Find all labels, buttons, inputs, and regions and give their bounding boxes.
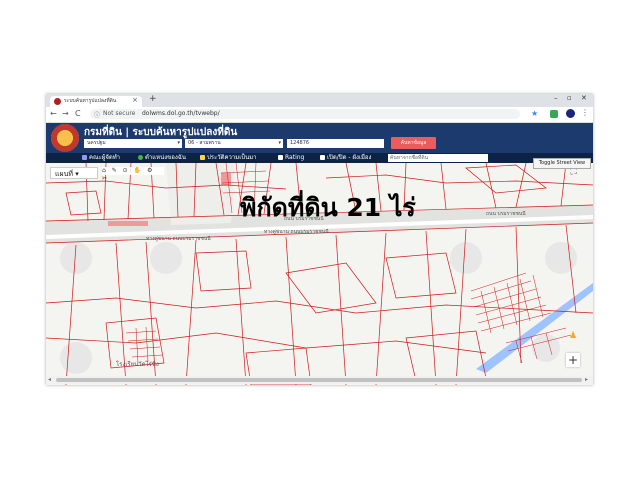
tab-title: ระบบค้นหารูปแปลงที่ดิน	[64, 98, 117, 104]
search-button[interactable]: ค้นหาข้อมูล	[391, 137, 436, 149]
menu-item-city-plan-toggle[interactable]: เปิด/ปิด - ผังเมือง	[320, 153, 371, 163]
land-name-search-input[interactable]: ค้นหาจากชื่อที่ดิน	[388, 154, 488, 162]
menu-kebab-icon[interactable]: ⋮	[581, 108, 589, 117]
site-header: กรมที่ดิน | ระบบค้นหารูปแปลงที่ดิน นครปฐ…	[46, 123, 593, 153]
forward-button[interactable]: →	[62, 109, 69, 118]
parcel-number-input[interactable]: 124876	[287, 139, 384, 148]
menu-item-my-location[interactable]: ตำแหน่งของฉัน	[138, 153, 186, 163]
maximize-button[interactable]: ▫	[567, 94, 572, 102]
extension-icon[interactable]	[550, 110, 558, 118]
menu-item-history[interactable]: ประวัติความเป็นมา	[200, 153, 257, 163]
url-text[interactable]: dolwms.dol.go.th/tvwebp/	[142, 110, 220, 117]
site-favicon-icon	[54, 98, 61, 105]
map-toolbar[interactable]: ⌂ ✎ ⊙ ✋ ⚙ ✂	[102, 167, 164, 182]
road-label: ทางคู่ขนาน ถนนบรมราชชนนี	[264, 229, 329, 235]
info-icon[interactable]: ⓘ	[94, 110, 100, 119]
road-label: ถนน บรมราชชนนี	[486, 211, 526, 217]
new-tab-button[interactable]: +	[149, 94, 157, 104]
road-label: ถนน บรมราชชนนี	[284, 216, 324, 222]
bookmark-star-icon[interactable]: ★	[531, 109, 538, 118]
back-button[interactable]: ←	[50, 109, 57, 118]
road-label: ทางคู่ขนาน ถนนบรมราชชนนี	[146, 236, 211, 242]
province-select[interactable]: นครปฐม ▾	[84, 139, 182, 148]
scrollbar-thumb[interactable]	[56, 378, 582, 382]
minimize-button[interactable]: –	[554, 94, 558, 102]
toggle-street-view-button[interactable]: Toggle Street View	[533, 158, 591, 169]
chevron-down-icon: ▾	[278, 140, 281, 146]
menu-item-credits[interactable]: คณะผู้จัดทำ	[82, 153, 120, 163]
zoom-in-button[interactable]: +	[566, 353, 580, 367]
chevron-down-icon: ▾	[177, 140, 180, 146]
checkbox-icon	[320, 155, 325, 160]
security-label: Not secure	[103, 110, 136, 117]
team-icon	[82, 155, 87, 160]
browser-tab[interactable]: ระบบค้นหารูปแปลงที่ดิน ×	[50, 96, 142, 107]
tab-close-icon[interactable]: ×	[132, 96, 138, 104]
map-canvas[interactable]: แผนที่ ▾ ⌂ ✎ ⊙ ✋ ⚙ ✂ พิกัดที่ดิน 21 ไร่ …	[46, 163, 593, 385]
profile-avatar[interactable]	[566, 109, 575, 118]
land-area-overlay-text: พิกัดที่ดิน 21 ไร่	[240, 193, 416, 222]
scroll-left-icon[interactable]: ◂	[48, 376, 51, 383]
chevron-down-icon: ▾	[75, 170, 79, 178]
menu-item-rating[interactable]: Rating	[278, 153, 304, 163]
department-seal-logo	[51, 124, 79, 152]
tab-strip: ระบบค้นหารูปแปลงที่ดิน × + – ▫ ✕	[46, 94, 593, 107]
horizontal-scrollbar[interactable]: ◂ ▸	[46, 376, 593, 384]
menu-bar: คณะผู้จัดทำ ตำแหน่งของฉัน ประวัติความเป็…	[46, 153, 593, 163]
reload-button[interactable]: C	[75, 109, 81, 118]
checkbox-icon	[278, 155, 283, 160]
scroll-right-icon[interactable]: ▸	[585, 376, 588, 383]
site-title: กรมที่ดิน | ระบบค้นหารูปแปลงที่ดิน	[84, 127, 238, 138]
district-select[interactable]: 06 - สามพราน ▾	[185, 139, 283, 148]
map-type-select[interactable]: แผนที่ ▾	[50, 167, 98, 179]
pegman-icon[interactable]: ♟	[569, 331, 577, 341]
url-omnibox[interactable]: ⓘ Not secure dolwms.dol.go.th/tvwebp/	[90, 109, 520, 119]
history-icon	[200, 155, 205, 160]
location-icon	[138, 155, 143, 160]
close-window-button[interactable]: ✕	[581, 94, 587, 102]
browser-window: ระบบค้นหารูปแปลงที่ดิน × + – ▫ ✕ ← → C ⓘ…	[46, 94, 593, 385]
address-bar: ← → C ⓘ Not secure dolwms.dol.go.th/tvwe…	[46, 107, 593, 123]
poi-label: โรงเรียนวัดไร่ขิง	[116, 361, 159, 368]
